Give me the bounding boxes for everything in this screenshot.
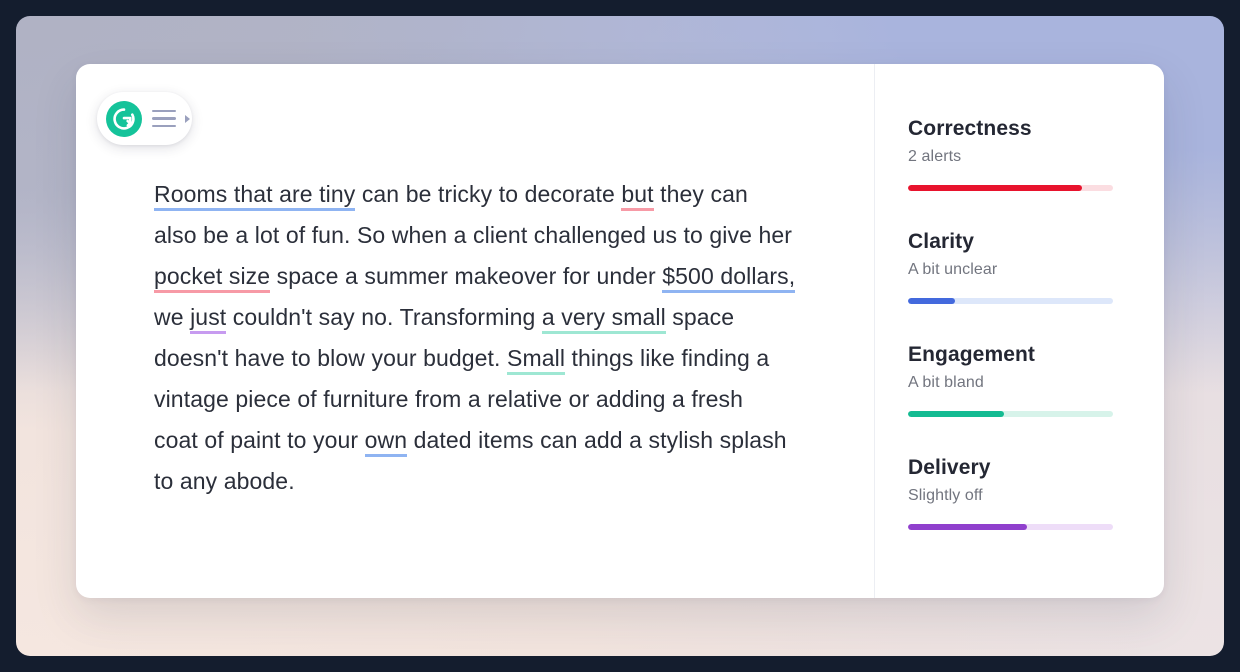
metric-progress-fill — [908, 524, 1027, 531]
text-run: space a summer makeover for under — [270, 263, 663, 289]
suggestion-highlight-red[interactable]: but — [621, 181, 654, 211]
suggestion-highlight-green[interactable]: a very small — [541, 304, 666, 334]
text-run: couldn't say no. Transforming — [226, 304, 542, 330]
metric-progress-fill — [908, 411, 1005, 418]
text-run: vintage piece of furniture from a relati… — [154, 386, 743, 412]
score-metric-correctness[interactable]: Correctness 2 alerts — [908, 116, 1116, 192]
document-line: Rooms that are tiny can be tricky to dec… — [154, 174, 844, 215]
suggestion-highlight-blue[interactable]: Rooms that are tiny — [154, 181, 356, 211]
document-line: doesn't have to blow your budget. Small … — [154, 338, 844, 379]
document-text[interactable]: Rooms that are tiny can be tricky to dec… — [154, 174, 844, 502]
metric-status: A bit bland — [908, 374, 984, 392]
metric-title: Delivery — [908, 456, 991, 480]
text-run: can be tricky to decorate — [355, 181, 622, 207]
grammarly-logo-pill[interactable] — [97, 92, 192, 145]
text-run: to any abode. — [154, 468, 295, 494]
metric-progress-fill — [908, 185, 1083, 192]
metric-title: Engagement — [908, 343, 1036, 367]
editor-card: Rooms that are tiny can be tricky to dec… — [76, 64, 1164, 598]
text-run: things like finding a — [565, 345, 770, 371]
text-run: coat of paint to your — [154, 427, 365, 453]
document-pane: Rooms that are tiny can be tricky to dec… — [76, 64, 875, 598]
grammarly-g-icon — [106, 100, 142, 137]
score-metric-clarity[interactable]: Clarity A bit unclear — [908, 229, 1116, 305]
text-run: dated items can add a stylish splash — [407, 427, 787, 453]
metric-status: Slightly off — [908, 487, 983, 505]
document-line: coat of paint to your own dated items ca… — [154, 420, 844, 461]
suggestion-highlight-blue[interactable]: own — [364, 427, 408, 457]
score-metric-delivery[interactable]: Delivery Slightly off — [908, 455, 1116, 531]
suggestion-highlight-purple[interactable]: just — [190, 304, 227, 334]
document-line: we just couldn't say no. Transforming a … — [154, 297, 844, 338]
text-run: we — [154, 304, 191, 330]
metric-progress-track — [908, 298, 1113, 305]
metric-status: A bit unclear — [908, 261, 998, 279]
metric-progress-fill — [908, 298, 956, 305]
screenshot-frame: Rooms that are tiny can be tricky to dec… — [0, 0, 1240, 672]
hamburger-menu-icon[interactable] — [152, 109, 176, 128]
document-line: also be a lot of fun. So when a client c… — [154, 215, 844, 256]
menu-line — [152, 109, 176, 113]
metric-progress-track — [908, 185, 1113, 192]
metric-progress-track — [908, 411, 1113, 418]
suggestion-highlight-blue[interactable]: $500 dollars, — [662, 263, 796, 293]
caret-right-icon[interactable] — [185, 114, 190, 123]
suggestion-highlight-green[interactable]: Small — [507, 345, 566, 375]
suggestion-highlight-red[interactable]: pocket size — [154, 263, 271, 293]
text-run: space — [665, 304, 735, 330]
text-run: doesn't have to blow your budget. — [154, 345, 508, 371]
metric-title: Clarity — [908, 230, 975, 254]
metric-progress-track — [908, 524, 1113, 531]
metric-title: Correctness — [908, 117, 1032, 140]
score-sidebar: Correctness 2 alerts Clarity A bit unclear E… — [875, 64, 1164, 598]
menu-line — [152, 124, 176, 128]
metric-status: 2 alerts — [908, 148, 962, 166]
text-run: also be a lot of fun. So when a client c… — [154, 222, 793, 248]
score-metric-engagement[interactable]: Engagement A bit bland — [908, 342, 1116, 418]
document-line: to any abode. — [154, 461, 844, 502]
menu-line — [152, 117, 176, 120]
text-run: they can — [653, 181, 748, 207]
document-line: pocket size space a summer makeover for … — [154, 256, 844, 297]
document-line: vintage piece of furniture from a relati… — [154, 379, 844, 420]
